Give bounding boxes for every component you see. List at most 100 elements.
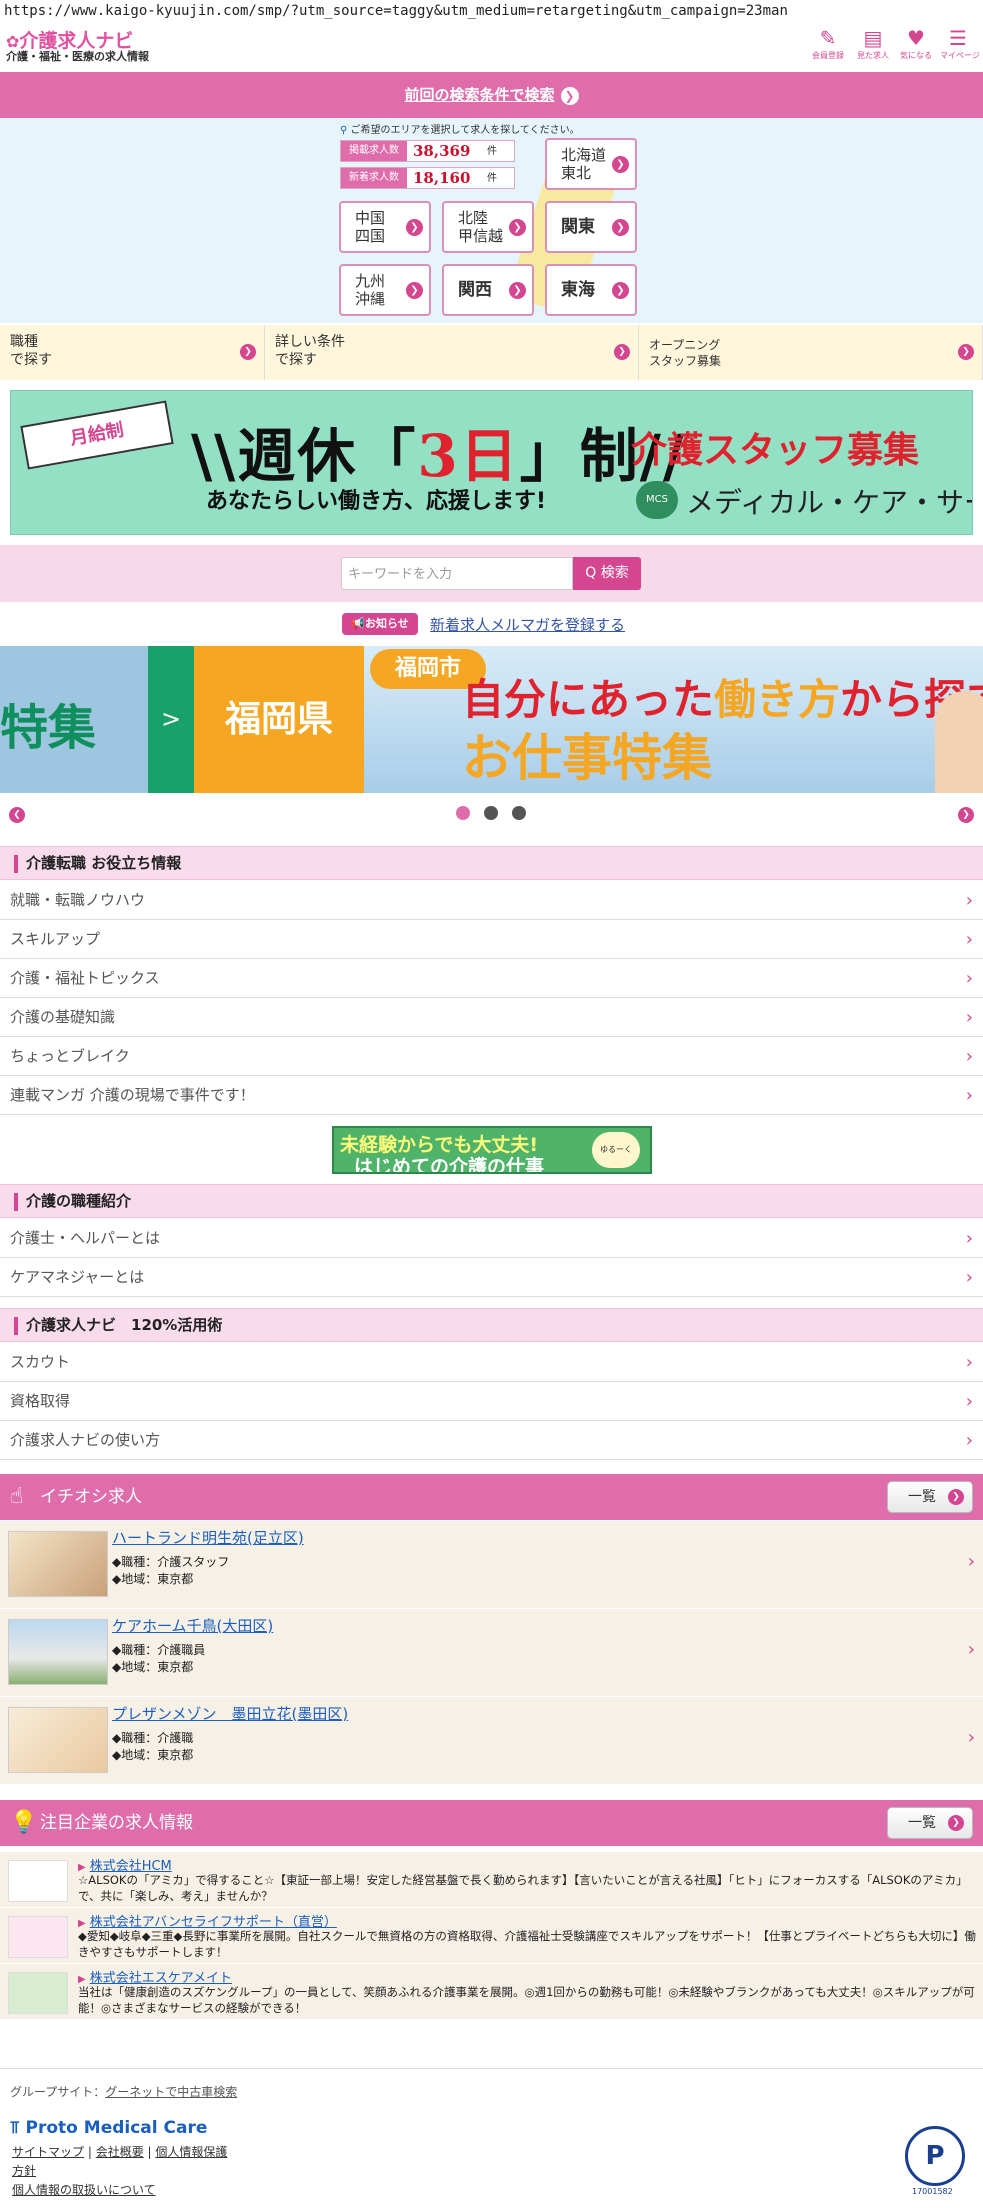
region-kanto[interactable]: 関東 ❯ [545, 201, 637, 253]
new-jobs-stat: 新着求人数 18,160 件 [340, 167, 515, 189]
job-photo [8, 1707, 108, 1773]
use-section-header: 介護求人ナビ 120%活用術 [0, 1308, 983, 1342]
company-logo: MCS [636, 481, 678, 519]
recruit-banner[interactable]: 月給制 \\週休「3日」制// あなたらしい働き方、応援します! 介護スタッフ募… [10, 390, 973, 535]
chevron-right-icon: ❯ [406, 282, 423, 299]
job-photo [8, 1531, 108, 1597]
slider-prev-button[interactable]: ❮ [9, 807, 25, 823]
keyword-input[interactable]: キーワードを入力 [341, 557, 573, 590]
region-kansai[interactable]: 関西 ❯ [442, 264, 534, 316]
job-card[interactable]: ハートランド明生苑(足立区) ◆職種：介護スタッフ ◆地域：東京都 › [0, 1521, 983, 1609]
sitemap-link[interactable]: サイトマップ [12, 2145, 84, 2159]
chevron-right-icon: › [965, 1228, 973, 1249]
chevron-right-icon: › [965, 1267, 973, 1288]
footer-links: サイトマップ | 会社概要 | 個人情報保護 [12, 2145, 228, 2159]
chevron-right-icon: › [965, 890, 973, 911]
job-photo [8, 1619, 108, 1685]
jobtype-item[interactable]: 介護士・ヘルパーとは › [0, 1219, 983, 1258]
megaphone-icon: 📢 [351, 617, 365, 630]
use-item[interactable]: 介護求人ナビの使い方 › [0, 1421, 983, 1460]
company-logo-image [8, 1916, 68, 1958]
search-icon: Q [585, 565, 597, 581]
info-item[interactable]: 連載マンガ 介護の現場で事件です！ › [0, 1076, 983, 1115]
newsletter-link[interactable]: 新着求人メルマガを登録する [430, 614, 625, 635]
banner-title: 介護スタッフ募集 [631, 430, 920, 471]
chevron-right-icon: ❯ [612, 219, 629, 236]
info-item[interactable]: ちょっとブレイク › [0, 1037, 983, 1076]
chevron-right-icon: ❯ [240, 344, 256, 360]
chevron-right-icon: ❯ [509, 282, 526, 299]
chevron-right-icon: ❯ [962, 810, 970, 820]
favorites-button[interactable]: ♥ 気になる [898, 26, 934, 66]
info-item[interactable]: 介護・福祉トピックス › [0, 959, 983, 998]
brand-logo[interactable]: ⫪ Proto Medical Care [10, 2118, 207, 2138]
slide-title-line2: お仕事特集 [462, 729, 712, 787]
job-card[interactable]: プレザンメゾン 墨田立花(墨田区) ◆職種：介護職 ◆地域：東京都 › [0, 1697, 983, 1785]
slider-dot-3[interactable] [512, 806, 526, 820]
company-card[interactable]: ▶ 株式会社HCM ☆ALSOKの「アミカ」で得すること☆【東証一部上場！安定した… [0, 1852, 983, 1908]
chevron-left-icon: ❮ [13, 810, 21, 820]
use-item[interactable]: 資格取得 › [0, 1382, 983, 1421]
search-by-condition-button[interactable]: 詳しい条件 で探す ❯ [265, 325, 639, 380]
chevron-right-icon: ❯ [612, 282, 629, 299]
search-by-jobtype-button[interactable]: 職種 で探す ❯ [0, 325, 265, 380]
region-tokai[interactable]: 東海 ❯ [545, 264, 637, 316]
group-site: グループサイト：グーネットで中古車検索 [10, 2085, 238, 2099]
company-card[interactable]: ▶ 株式会社エスケアメイト 当社は「健康創造のスズケングループ」の一員として、笑顔… [0, 1964, 983, 2020]
previous-search-button[interactable]: 前回の検索条件で検索 ❯ [0, 72, 983, 118]
jobtype-item[interactable]: ケアマネジャーとは › [0, 1258, 983, 1297]
chevron-right-icon: ❯ [612, 156, 629, 173]
banner-headline: \\週休「3日」制// [191, 422, 687, 490]
chevron-right-icon: › [965, 929, 973, 950]
mypage-button[interactable]: ☰ マイページ [940, 26, 980, 66]
region-hokkaido-tohoku[interactable]: 北海道 東北 ❯ [545, 138, 637, 190]
pickup-list-button[interactable]: 一覧 ❯ [887, 1481, 973, 1513]
banner-ribbon: 月給制 [20, 400, 174, 470]
chevron-right-icon: ❯ [614, 344, 630, 360]
viewed-jobs-button[interactable]: ▤ 見た求人 [855, 26, 891, 66]
group-site-link[interactable]: グーネットで中古車検索 [105, 2085, 237, 2099]
chevron-right-icon: ❯ [406, 219, 423, 236]
privacy-link[interactable]: 個人情報保護 [155, 2145, 227, 2159]
total-jobs-stat: 掲載求人数 38,369 件 [340, 140, 515, 162]
chevron-right-icon: › [965, 1430, 973, 1451]
featured-header: 💡 注目企業の求人情報 一覧 ❯ [0, 1800, 983, 1846]
pin-icon: ⚲ [340, 125, 348, 136]
chevron-right-icon: › [965, 1352, 973, 1373]
banner-company: メディカル・ケア・サービス [686, 486, 972, 519]
slider-dot-1[interactable] [456, 806, 470, 820]
privacy-policy-link[interactable]: 方針 [12, 2162, 36, 2179]
register-button[interactable]: ✎ 会員登録 [810, 26, 846, 66]
info-item[interactable]: 介護の基礎知識 › [0, 998, 983, 1037]
url-bar[interactable]: https://www.kaigo-kyuujin.com/smp/?utm_s… [0, 0, 983, 22]
job-card[interactable]: ケアホーム千鳥(大田区) ◆職種：介護職員 ◆地域：東京都 › [0, 1609, 983, 1697]
search-button[interactable]: Q 検索 [573, 557, 641, 590]
chevron-right-icon: › [967, 1639, 975, 1660]
feature-slider[interactable]: 特集 > 福岡県 福岡市 自分にあった働き方から探す お仕事特集 [0, 646, 983, 793]
company-card[interactable]: ▶ 株式会社アバンセライフサポート（直営） ◆愛知◆岐阜◆三重◆長野に事業所を展開… [0, 1908, 983, 1964]
area-note: ⚲ ご希望のエリアを選択して求人を探してください。 [340, 125, 580, 136]
use-item[interactable]: スカウト › [0, 1343, 983, 1382]
slider-dot-2[interactable] [484, 806, 498, 820]
news-badge: 📢お知らせ [342, 613, 418, 635]
pencil-icon: ✎ [819, 26, 837, 50]
chevron-right-icon: ❯ [560, 86, 579, 105]
heart-icon: ♥ [907, 26, 925, 50]
slider-next-button[interactable]: ❯ [958, 807, 974, 823]
region-kyushu-okinawa[interactable]: 九州 沖縄 ❯ [339, 264, 431, 316]
info-item[interactable]: スキルアップ › [0, 920, 983, 959]
slide-person [935, 691, 983, 793]
personal-info-link[interactable]: 個人情報の取扱いについて [12, 2181, 156, 2198]
opening-staff-button[interactable]: オープニング スタッフ募集 ❯ [639, 325, 983, 380]
region-chugoku-shikoku[interactable]: 中国 四国 ❯ [339, 201, 431, 253]
pointing-hand-icon: ☝ [10, 1484, 24, 1509]
chevron-right-icon: › [965, 1007, 973, 1028]
featured-list-button[interactable]: 一覧 ❯ [887, 1807, 973, 1839]
chevron-right-icon: › [965, 1391, 973, 1412]
info-item[interactable]: 就職・転職ノウハウ › [0, 881, 983, 920]
chevron-right-icon: ❯ [948, 1489, 964, 1505]
chevron-right-icon: › [967, 1727, 975, 1748]
region-hokuriku-koshinetsu[interactable]: 北陸 甲信越 ❯ [442, 201, 534, 253]
company-link[interactable]: 会社概要 [96, 2145, 144, 2159]
beginner-banner[interactable]: 未経験からでも大丈夫! はじめての介護の仕事 ゆるーく [332, 1126, 652, 1174]
